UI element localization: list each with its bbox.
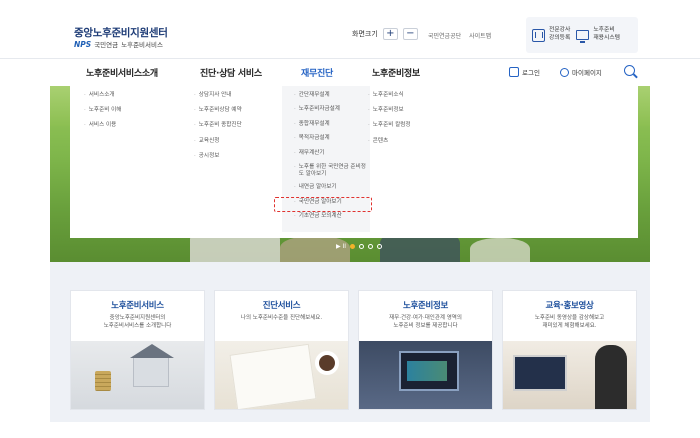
mega-menu: 서비스소개 노후준비 이해 서비스 이용 상담지사 안내 노후준비상담 예약 노… <box>70 86 638 238</box>
house-image <box>71 341 204 409</box>
card-title: 진단서비스 <box>262 301 301 311</box>
submenu-diagnosis-consult: 상담지사 안내 노후준비상담 예약 노후준비 종합진단 교육신청 공시정보 <box>194 92 242 168</box>
card-desc: 나의 노후준비수준을 진단해보세요. <box>240 315 323 321</box>
nps-logo[interactable]: NPS <box>74 40 91 49</box>
nav-service-intro[interactable]: 노후준비서비스소개 <box>86 66 158 79</box>
submenu-item[interactable]: 노후준비소식 <box>368 92 411 99</box>
submenu-item[interactable]: 상담지사 안내 <box>194 92 242 99</box>
card-title: 노후준비정보 <box>402 301 449 311</box>
card-diagnosis[interactable]: 진단서비스 나의 노후준비수준을 진단해보세요. <box>214 290 349 410</box>
submenu-item[interactable]: 노후준비상담 예약 <box>194 107 242 114</box>
monitor-icon <box>576 30 590 43</box>
submenu-item[interactable]: 종합재무설계 <box>294 121 370 128</box>
submenu-item[interactable]: 간단재무설계 <box>294 92 370 99</box>
mypage-label: 마이페이지 <box>572 69 602 77</box>
card-title: 노후준비서비스 <box>111 301 164 311</box>
card-info[interactable]: 노후준비정보 재무·건강·여가·대인관계 영역의 노후준비 정보를 제공합니다 <box>358 290 493 410</box>
zoom-label: 화면크기 <box>352 30 378 38</box>
quick-system[interactable]: 노후준비 재용시스템 <box>576 27 621 43</box>
nav-diagnosis-consult[interactable]: 진단·상담 서비스 <box>200 66 262 79</box>
lock-icon <box>509 67 519 77</box>
submenu-item[interactable]: 노후준비정보 <box>368 107 411 114</box>
submenu-item[interactable]: 콘텐츠 <box>368 138 411 145</box>
main-nav: 노후준비서비스소개 진단·상담 서비스 재무진단 노후준비정보 로그인 마이페이… <box>0 58 700 86</box>
quick-links: 전문강사 강의등록 노후준비 재용시스템 <box>526 17 638 53</box>
logo-sub-text: 노후준비서비스 <box>121 41 163 49</box>
card-video[interactable]: 교육·홍보영상 노후준비 동영상을 감상해보고 재미있게 체험해보세요. <box>502 290 637 410</box>
submenu-item[interactable]: 기초연금 모의계산 <box>294 213 370 220</box>
card-service[interactable]: 노후준비서비스 중앙노후준비지원센터의 노후준비서비스를 소개합니다 <box>70 290 205 410</box>
mypage-link[interactable]: 마이페이지 <box>560 67 602 77</box>
logo-subtitle: NPS 국민연금 노후준비서비스 <box>74 39 163 50</box>
quick-lecturer-label: 전문강사 강의등록 <box>549 27 571 41</box>
nps-org: 국민연금 <box>94 41 119 49</box>
card-desc: 중앙노후준비지원센터의 노후준비서비스를 소개합니다 <box>103 315 172 329</box>
slider-dot[interactable] <box>350 244 356 249</box>
person-icon <box>560 67 569 77</box>
submenu-retirement-info: 노후준비소식 노후준비정보 노후준비 칼럼정 콘텐츠 <box>368 92 411 153</box>
zoom-out-button[interactable]: − <box>402 28 418 40</box>
top-header: 중앙노후준비지원센터 NPS 국민연금 노후준비서비스 화면크기 + − 국민연… <box>0 0 700 58</box>
nav-retirement-info[interactable]: 노후준비정보 <box>372 66 420 79</box>
nav-finance-diagnosis[interactable]: 재무진단 <box>301 66 333 79</box>
play-pause-button[interactable]: ▶ II <box>336 243 346 250</box>
top-links: 국민연금공단 사이트맵 <box>428 31 491 40</box>
slider-dot[interactable] <box>368 244 374 249</box>
link-sitemap[interactable]: 사이트맵 <box>469 31 491 40</box>
card-desc: 재무·건강·여가·대인관계 영역의 노후준비 정보를 제공합니다 <box>389 315 462 329</box>
submenu-item[interactable]: 목적자금설계 <box>294 135 370 142</box>
submenu-item[interactable]: 노후준비 종합진단 <box>194 122 242 129</box>
submenu-item[interactable]: 내연금 알아보기 <box>294 184 370 191</box>
submenu-item[interactable]: 교육신청 <box>194 138 242 145</box>
link-nps[interactable]: 국민연금공단 <box>428 31 461 40</box>
card-desc: 노후준비 동영상을 감상해보고 재미있게 체험해보세요. <box>534 315 605 329</box>
quick-system-label: 노후준비 재용시스템 <box>593 27 621 41</box>
site-title[interactable]: 중앙노후준비지원센터 <box>74 25 168 40</box>
dashboard-image <box>359 341 492 409</box>
submenu-item[interactable]: 노후를 위한 국민연금 준비정도 알아보기 <box>294 164 366 178</box>
submenu-item[interactable]: 재무계산기 <box>294 150 370 157</box>
card-title: 교육·홍보영상 <box>545 301 594 311</box>
writing-image <box>215 341 348 409</box>
highlight-box <box>274 197 372 212</box>
submenu-service-intro: 서비스소개 노후준비 이해 서비스 이용 <box>84 92 122 138</box>
slider-dot[interactable] <box>377 244 383 249</box>
building-icon <box>532 28 545 42</box>
slider-controls: ▶ II <box>336 243 383 250</box>
submenu-item[interactable]: 서비스 이용 <box>84 122 121 129</box>
zoom-in-button[interactable]: + <box>382 28 398 40</box>
zoom-control: 화면크기 + − <box>352 28 418 40</box>
laptop-image <box>503 341 636 409</box>
submenu-item[interactable]: 노후준비자금설계 <box>294 106 370 113</box>
search-icon[interactable] <box>624 65 635 76</box>
slider-dot[interactable] <box>359 244 365 249</box>
submenu-item[interactable]: 노후준비 칼럼정 <box>368 122 411 129</box>
submenu-item[interactable]: 노후준비 이해 <box>84 107 122 114</box>
login-label: 로그인 <box>522 69 540 77</box>
login-link[interactable]: 로그인 <box>509 67 540 77</box>
quick-lecturer[interactable]: 전문강사 강의등록 <box>532 27 570 42</box>
submenu-item[interactable]: 서비스소개 <box>84 92 121 99</box>
submenu-item[interactable]: 공시정보 <box>194 153 242 160</box>
